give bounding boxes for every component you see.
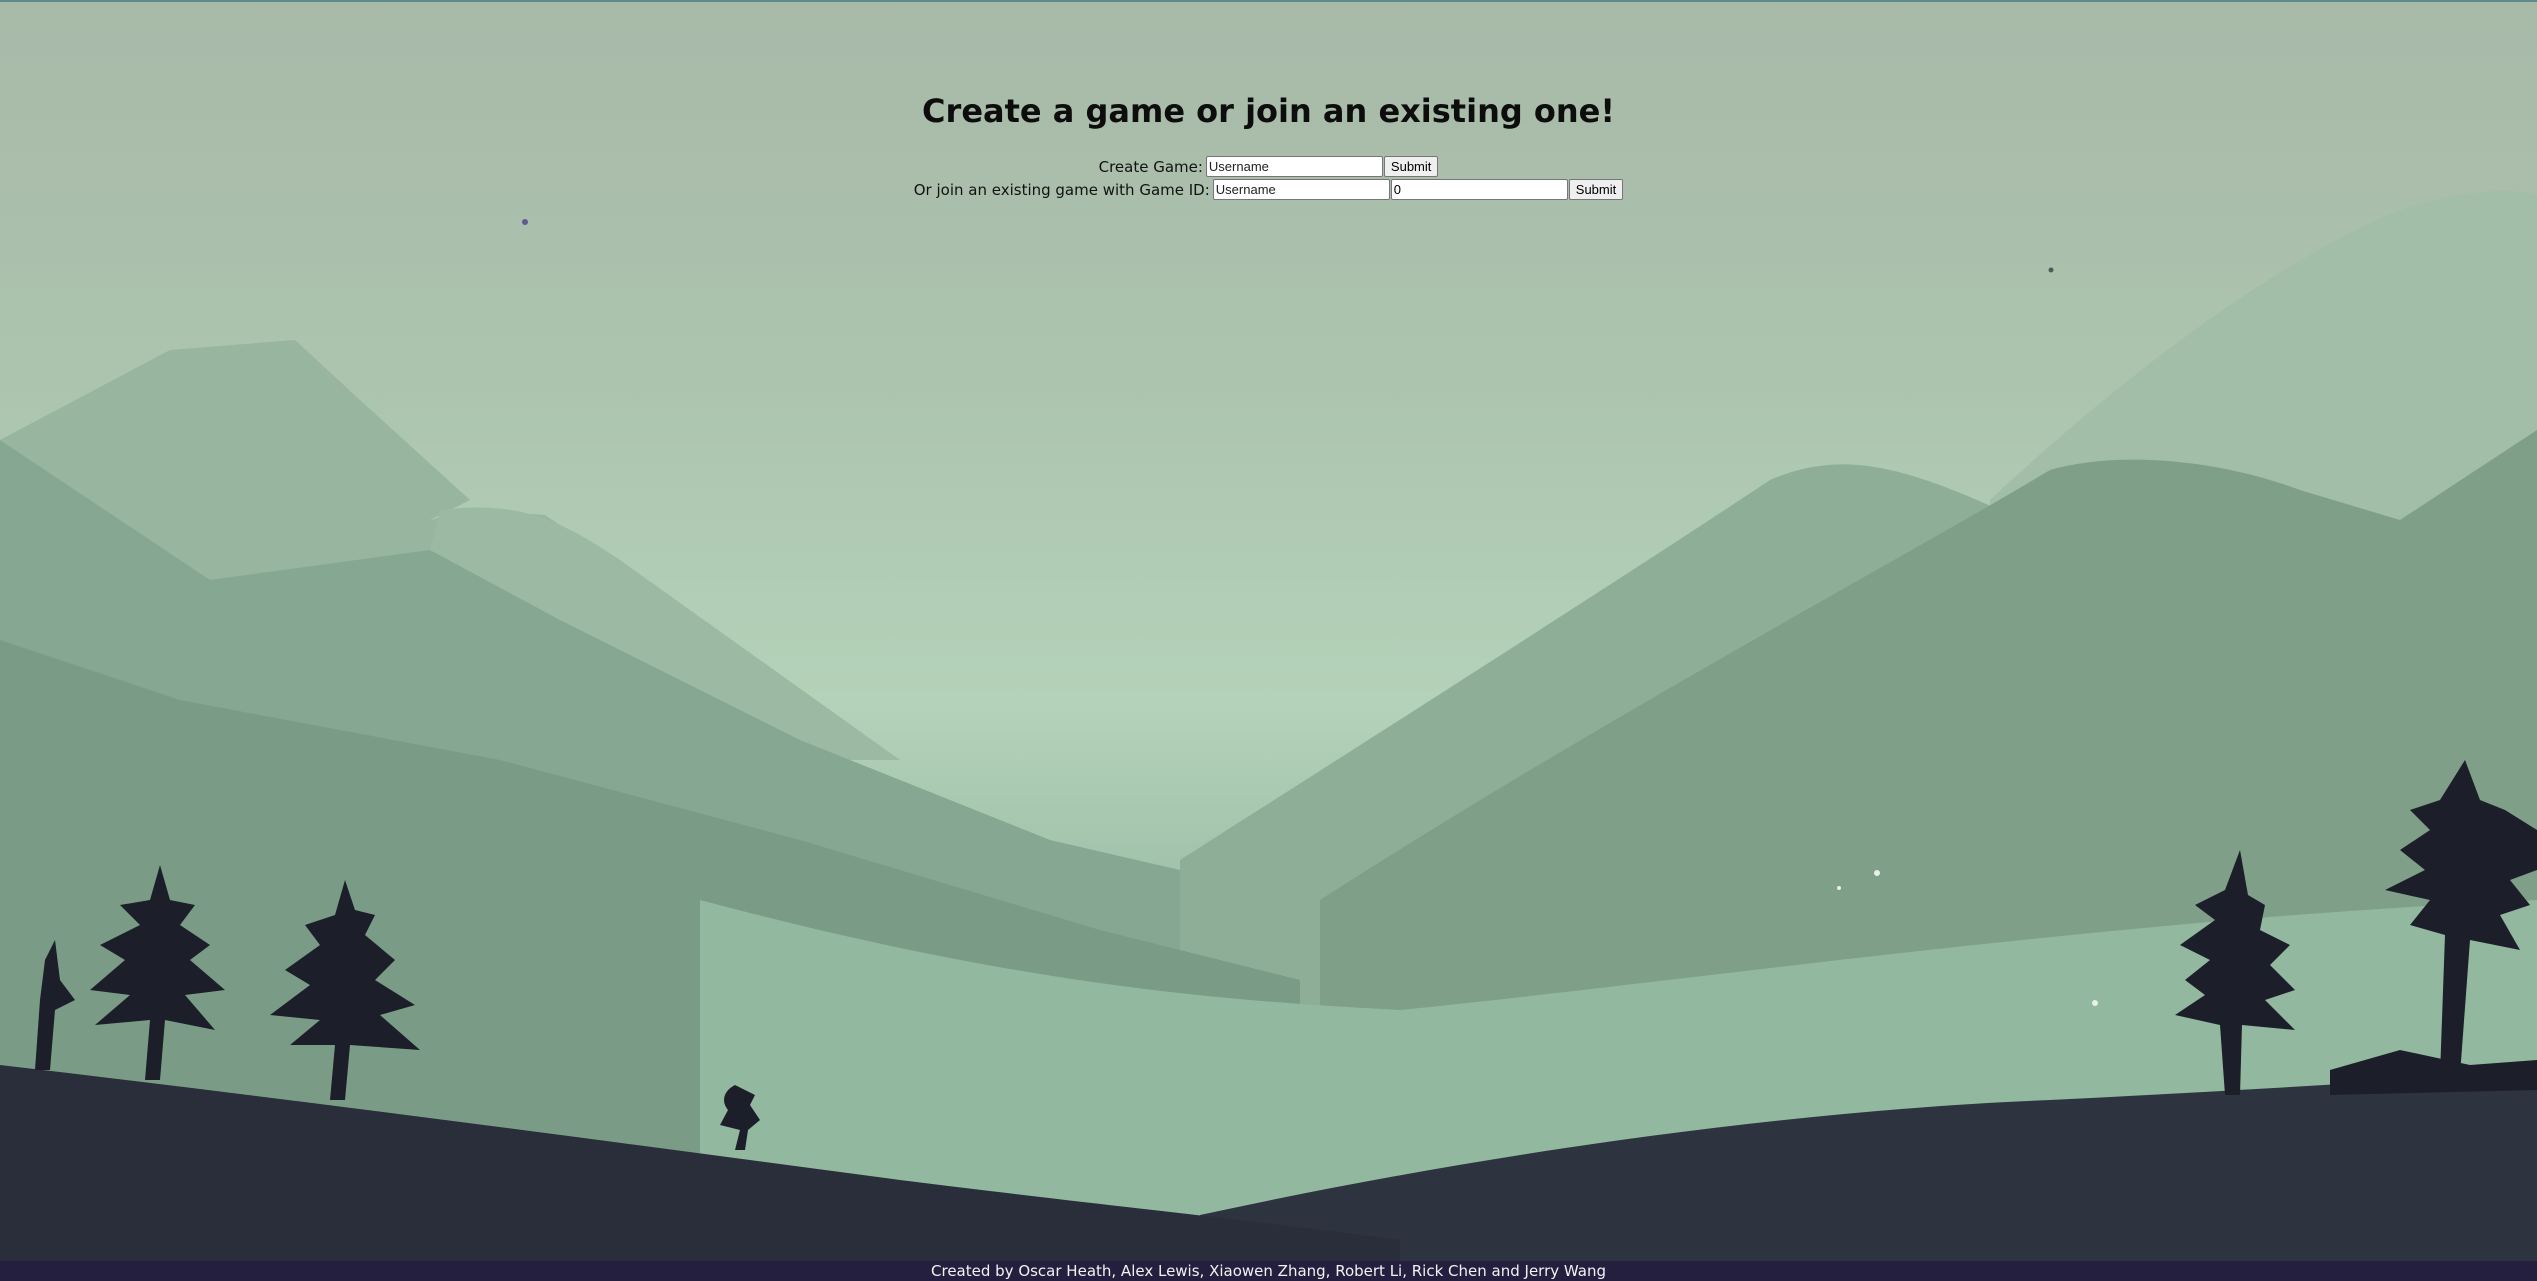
create-username-input[interactable] [1205, 156, 1383, 177]
star-dot [1837, 886, 1841, 890]
star-dot [1874, 870, 1880, 876]
top-border [0, 0, 2537, 2]
star-dot [2092, 1000, 2098, 1006]
create-game-form: Create Game: Submit [0, 156, 2537, 177]
star-dot [522, 219, 528, 225]
game-id-input[interactable] [1390, 179, 1568, 200]
footer-credits: Created by Oscar Heath, Alex Lewis, Xiao… [0, 1261, 2537, 1281]
join-submit-button[interactable]: Submit [1568, 179, 1624, 200]
join-username-input[interactable] [1212, 179, 1390, 200]
star-dot [2048, 267, 2054, 273]
create-game-label: Create Game: [1098, 157, 1203, 176]
join-game-form: Or join an existing game with Game ID: S… [0, 179, 2537, 200]
join-game-label: Or join an existing game with Game ID: [913, 180, 1210, 199]
page-title: Create a game or join an existing one! [922, 92, 1615, 130]
create-submit-button[interactable]: Submit [1383, 156, 1439, 177]
